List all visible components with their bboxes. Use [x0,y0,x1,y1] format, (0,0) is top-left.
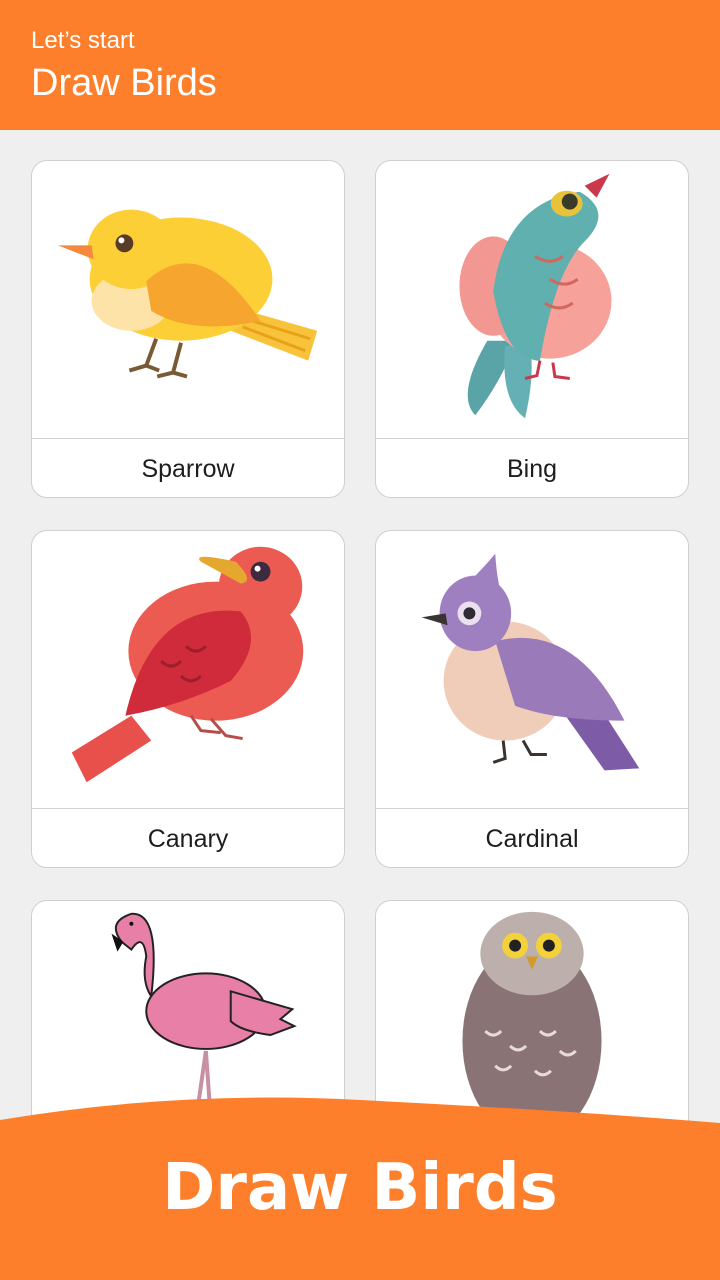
bird-card-sparrow[interactable]: Sparrow [31,160,345,498]
bird-card-canary[interactable]: Canary [31,530,345,868]
bird-label: Cardinal [485,825,579,853]
cardinal-icon [376,531,688,809]
bird-label: Bing [506,455,558,483]
bottom-banner: Draw Birds [0,1085,720,1280]
bird-card-bing[interactable]: Bing [375,160,689,498]
canary-icon [32,531,344,809]
banner-title: Draw Birds [162,1151,558,1225]
bird-label: Canary [147,825,229,853]
sparrow-icon [32,161,344,439]
bird-card-cardinal[interactable]: Cardinal [375,530,689,868]
bing-icon [376,161,688,439]
bird-label: Sparrow [141,455,235,483]
